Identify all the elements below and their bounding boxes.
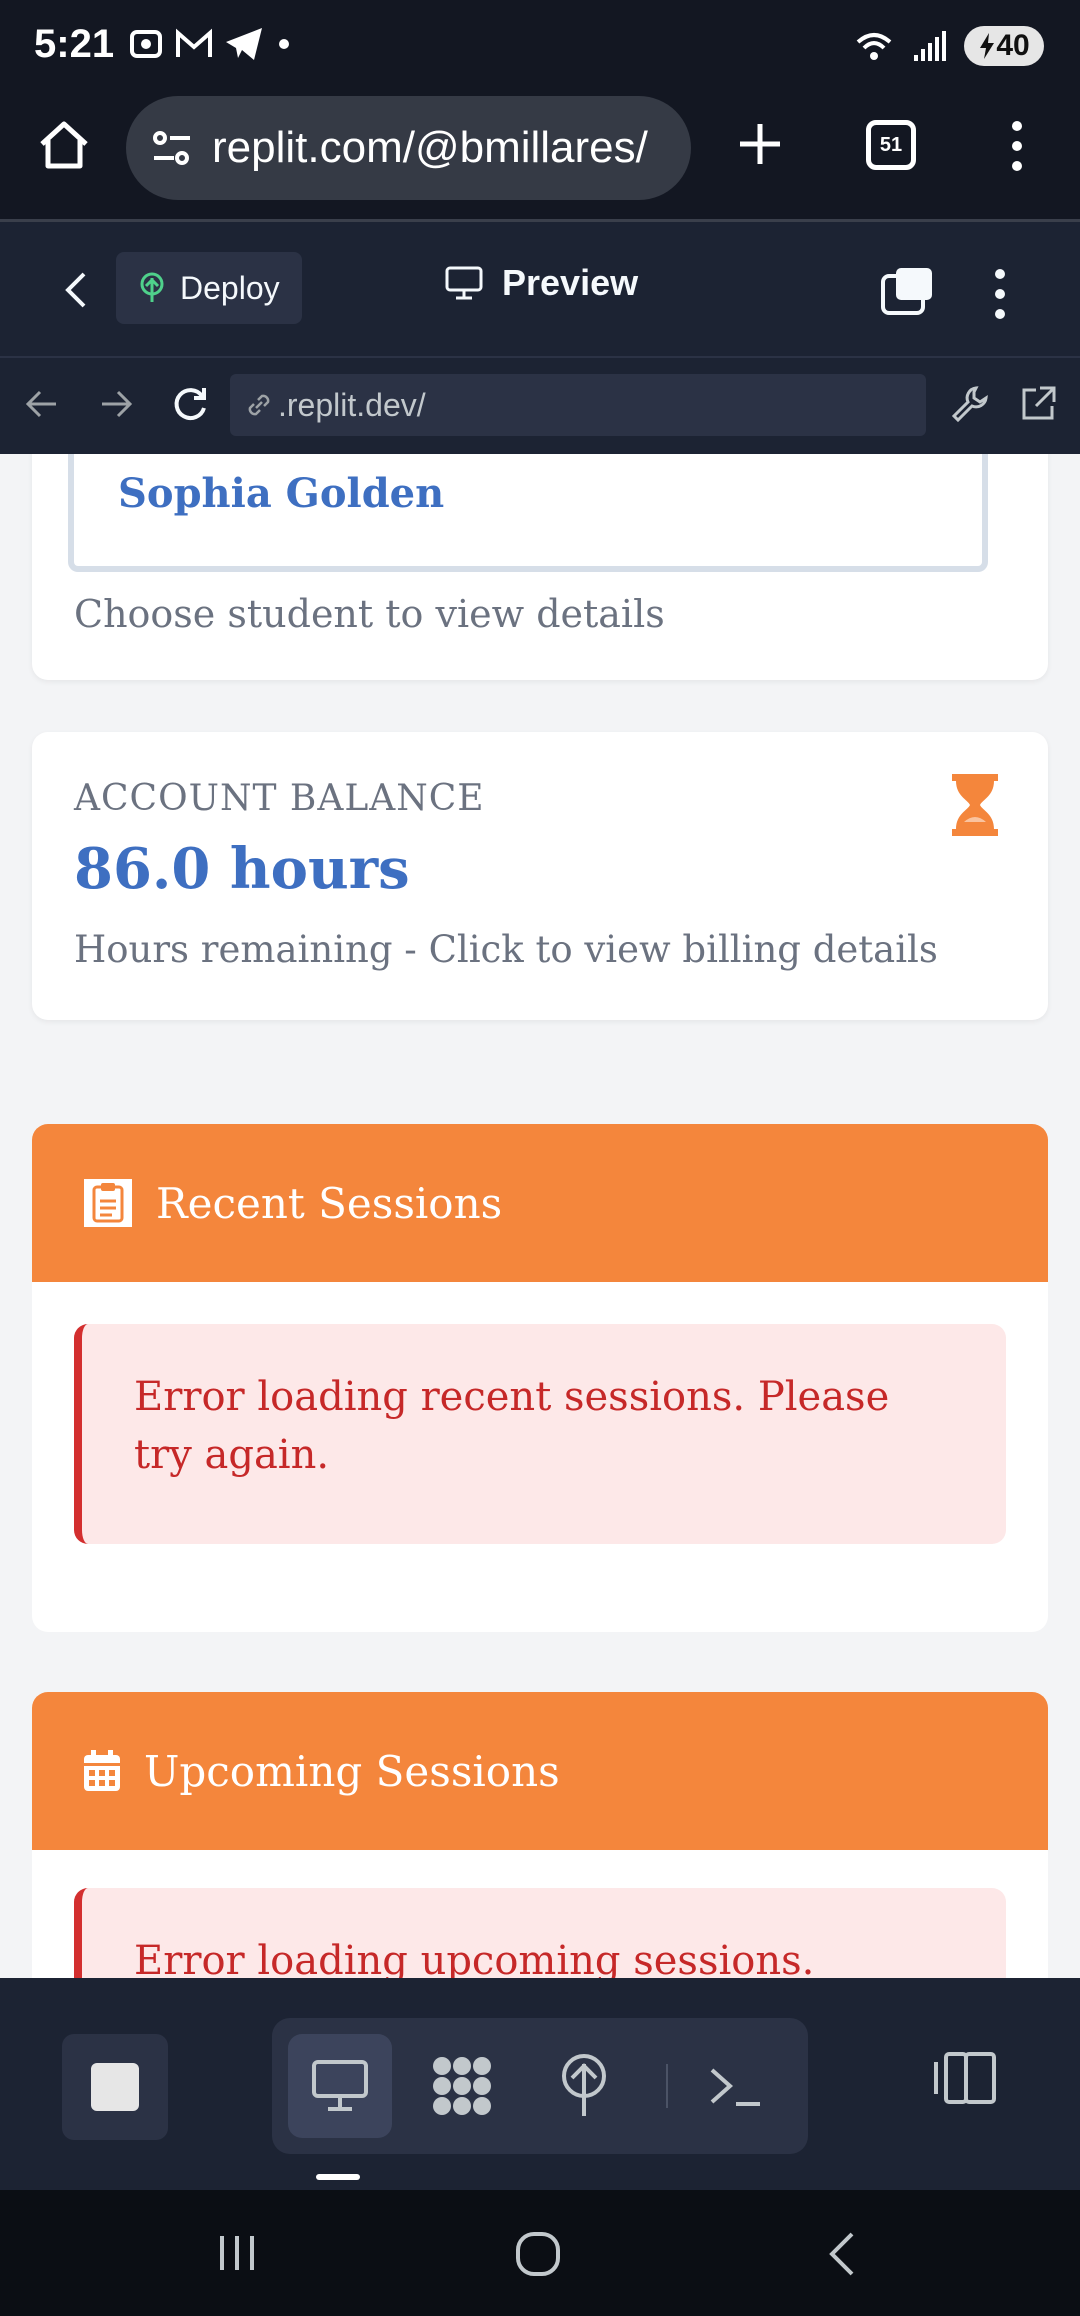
webview-address-bar[interactable]: .replit.dev/ [230, 374, 926, 436]
terminal-icon [710, 2068, 760, 2106]
deploy-icon [562, 2054, 606, 2116]
browser-toolbar: replit.com/@bmillares/ 51 [0, 96, 1080, 222]
tool-preview[interactable] [288, 2034, 392, 2138]
home-icon[interactable] [36, 116, 92, 172]
recent-sessions-section: Recent Sessions Error loading recent ses… [32, 1124, 1048, 1632]
stop-icon [91, 2063, 139, 2111]
student-selector-card: Sophia Golden Choose student to view det… [32, 454, 1048, 680]
upcoming-sessions-title: Upcoming Sessions [144, 1746, 560, 1796]
open-external-icon[interactable] [1016, 382, 1060, 426]
gmail-icon [176, 28, 212, 57]
status-bar: 5:21 40 [0, 0, 1080, 96]
home-button-icon[interactable] [514, 2230, 562, 2278]
clipboard-list-icon [84, 1179, 132, 1227]
battery-icon: 40 [964, 26, 1044, 66]
android-navigation-bar [0, 2190, 1080, 2316]
tabs-layout-icon[interactable] [880, 266, 936, 316]
telegram-icon [226, 28, 262, 60]
webview-content: Sophia Golden Choose student to view det… [0, 454, 1080, 1978]
recent-sessions-title: Recent Sessions [156, 1178, 503, 1228]
preview-label: Preview [502, 262, 639, 303]
deploy-label: Deploy [180, 269, 280, 306]
hourglass-icon [952, 774, 998, 836]
monitor-icon [445, 266, 483, 300]
new-tab-icon[interactable] [730, 114, 790, 174]
link-icon [248, 394, 270, 416]
back-button-icon[interactable] [822, 2230, 862, 2278]
balance-note: Hours remaining - Click to view billing … [74, 928, 938, 971]
wifi-icon [856, 33, 892, 60]
notification-icons [128, 26, 294, 62]
tab-switcher-button[interactable]: 51 [866, 120, 916, 170]
student-option-selected[interactable]: Sophia Golden [118, 470, 444, 517]
deploy-button[interactable]: Deploy [116, 252, 302, 324]
split-view-icon[interactable] [930, 2048, 1000, 2108]
recent-sessions-error: Error loading recent sessions. Please tr… [74, 1324, 1006, 1544]
balance-label: ACCOUNT BALANCE [74, 778, 485, 819]
upcoming-sessions-error: Error loading upcoming sessions. Please … [74, 1888, 1006, 1978]
signal-icon [914, 31, 946, 61]
url-bar[interactable]: replit.com/@bmillares/ [126, 96, 691, 200]
webview-address-text: .replit.dev/ [278, 386, 426, 423]
replit-bottom-toolbar [0, 1978, 1080, 2190]
replit-header: Deploy Preview [0, 222, 1080, 358]
tool-workspace[interactable] [410, 2034, 514, 2138]
calendar-icon [84, 1750, 120, 1791]
site-settings-icon[interactable] [150, 126, 194, 170]
tool-shell[interactable] [684, 2034, 788, 2138]
battery-level: 40 [996, 29, 1030, 62]
back-chevron-icon[interactable] [56, 268, 96, 312]
balance-value: 86.0 hours [74, 836, 410, 902]
more-options-icon[interactable] [985, 266, 1015, 322]
deploy-icon [140, 272, 164, 302]
student-helper-text: Choose student to view details [74, 592, 665, 636]
browser-menu-icon[interactable] [1002, 116, 1032, 176]
preview-tab-title: Preview [444, 262, 638, 304]
recent-apps-icon[interactable] [214, 2230, 260, 2276]
back-arrow-icon[interactable] [20, 382, 64, 426]
system-icons: 40 [854, 26, 1044, 66]
account-balance-card[interactable]: ACCOUNT BALANCE 86.0 hours Hours remaini… [32, 732, 1048, 1020]
upcoming-sessions-section: Upcoming Sessions Error loading upcoming… [32, 1692, 1048, 1978]
upcoming-sessions-header: Upcoming Sessions [32, 1692, 1048, 1850]
active-tab-indicator [316, 2174, 360, 2180]
screenshot-icon [130, 30, 162, 58]
monitor-icon [312, 2060, 368, 2111]
status-time: 5:21 [34, 22, 115, 66]
dot-icon [279, 39, 289, 49]
recent-sessions-header: Recent Sessions [32, 1124, 1048, 1282]
reload-icon[interactable] [168, 382, 212, 426]
url-text: replit.com/@bmillares/ [212, 123, 648, 172]
webview-navigation: .replit.dev/ [0, 358, 1080, 454]
stop-button[interactable] [62, 2034, 168, 2140]
devtools-wrench-icon[interactable] [948, 382, 992, 426]
student-select[interactable]: Sophia Golden [68, 454, 988, 572]
tool-deploy[interactable] [532, 2034, 636, 2138]
tool-switcher [272, 2018, 808, 2154]
workspace-dots-icon [433, 2057, 491, 2115]
forward-arrow-icon[interactable] [94, 382, 138, 426]
tool-divider [666, 2064, 668, 2108]
